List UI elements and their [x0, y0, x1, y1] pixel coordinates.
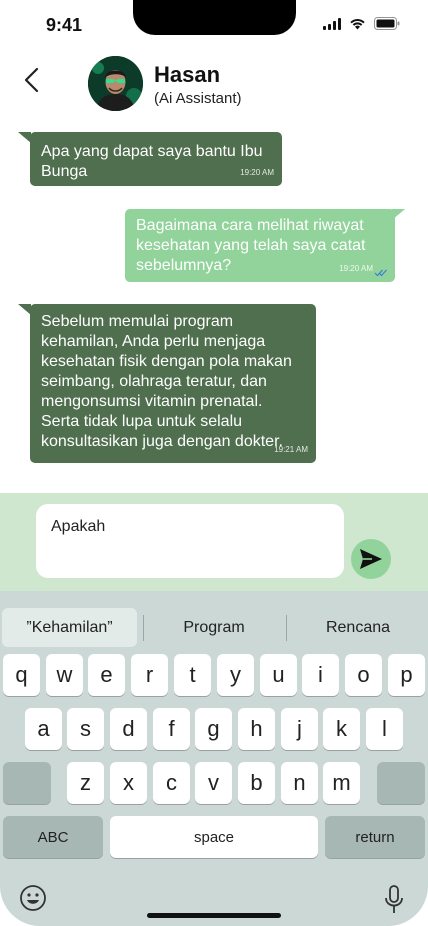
key[interactable]: n [281, 762, 318, 804]
key[interactable]: o [345, 654, 382, 696]
home-indicator [147, 913, 281, 918]
message-text-line: kehamilan, Anda perlu menjaga [41, 333, 266, 350]
key[interactable]: y [217, 654, 254, 696]
back-button[interactable] [18, 64, 46, 96]
status-bar: 9:41 [0, 0, 428, 50]
message-timestamp: 19:21 AM [274, 445, 308, 454]
key[interactable]: t [174, 654, 211, 696]
message-text-line: konsultasikan juga dengan dokter. [41, 433, 283, 450]
suggestion-divider [143, 615, 144, 641]
avatar[interactable] [88, 56, 143, 111]
key[interactable]: j [281, 708, 318, 750]
key[interactable]: s [67, 708, 104, 750]
key[interactable]: x [110, 762, 147, 804]
send-button[interactable] [351, 539, 391, 579]
key[interactable]: k [323, 708, 360, 750]
key[interactable]: m [323, 762, 360, 804]
wifi-icon [350, 18, 365, 29]
chevron-left-icon [24, 67, 39, 93]
status-icons [323, 17, 400, 30]
key[interactable]: w [46, 654, 83, 696]
device-notch [133, 0, 296, 35]
cellular-signal-icon [323, 17, 341, 30]
key[interactable]: q [3, 654, 40, 696]
message-text-line: kesehatan yang telah saya catat [136, 237, 366, 254]
space-key[interactable]: space [110, 816, 318, 858]
send-icon [360, 549, 382, 569]
suggestion-1[interactable]: ”Kehamilan” [2, 608, 137, 647]
suggestion-divider [286, 615, 287, 641]
contact-subtitle: (Ai Assistant) [154, 90, 242, 107]
message-text-line: Bagaimana cara melihat riwayat [136, 217, 364, 234]
key[interactable]: l [366, 708, 403, 750]
key[interactable]: z [67, 762, 104, 804]
assistant-avatar-image [88, 56, 143, 111]
key[interactable]: e [88, 654, 125, 696]
message-text-line: Sebelum memulai program [41, 313, 234, 330]
contact-name: Hasan [154, 62, 221, 87]
message-composer: Apakah [0, 493, 428, 591]
key[interactable]: p [388, 654, 425, 696]
message-text-line: Bunga [41, 163, 88, 180]
key[interactable]: i [302, 654, 339, 696]
key[interactable]: d [110, 708, 147, 750]
chat-header: Hasan (Ai Assistant) [0, 50, 428, 120]
message-text-line: Serta tidak lupa untuk selalu [41, 413, 243, 430]
key[interactable]: c [153, 762, 190, 804]
message-outgoing[interactable]: Bagaimana cara melihat riwayat kesehatan… [125, 209, 395, 282]
key[interactable]: g [195, 708, 232, 750]
return-key[interactable]: return [325, 816, 425, 858]
key[interactable]: a [25, 708, 62, 750]
suggestion-3[interactable]: Rencana [290, 608, 426, 647]
message-incoming[interactable]: Sebelum memulai program kehamilan, Anda … [30, 304, 316, 463]
emoji-icon[interactable] [19, 884, 47, 912]
abc-key[interactable]: ABC [3, 816, 103, 858]
battery-icon [374, 17, 400, 30]
message-timestamp: 19:20 AM [240, 168, 274, 177]
suggestion-2[interactable]: Program [146, 608, 282, 647]
key[interactable]: v [195, 762, 232, 804]
double-check-icon [374, 269, 387, 277]
message-text-line: seimbang, olahraga teratur, dan [41, 373, 267, 390]
microphone-icon[interactable] [383, 884, 405, 916]
keyboard: ”Kehamilan” Program Rencana q w e r t y … [0, 591, 428, 926]
status-time: 9:41 [46, 15, 83, 35]
message-text-line: mengonsumsi vitamin prenatal. [41, 393, 263, 410]
key[interactable]: b [238, 762, 275, 804]
shift-key[interactable] [3, 762, 51, 804]
key[interactable]: r [131, 654, 168, 696]
message-incoming[interactable]: Apa yang dapat saya bantu Ibu Bunga 19:2… [30, 132, 282, 186]
message-input[interactable]: Apakah [36, 504, 344, 578]
message-text-line: kesehatan fisik dengan pola makan [41, 353, 292, 370]
message-text-line: Apa yang dapat saya bantu Ibu [41, 143, 263, 160]
key[interactable]: f [153, 708, 190, 750]
key[interactable]: h [238, 708, 275, 750]
message-timestamp: 19:20 AM [339, 264, 373, 273]
delete-key[interactable] [377, 762, 425, 804]
key[interactable]: u [260, 654, 297, 696]
